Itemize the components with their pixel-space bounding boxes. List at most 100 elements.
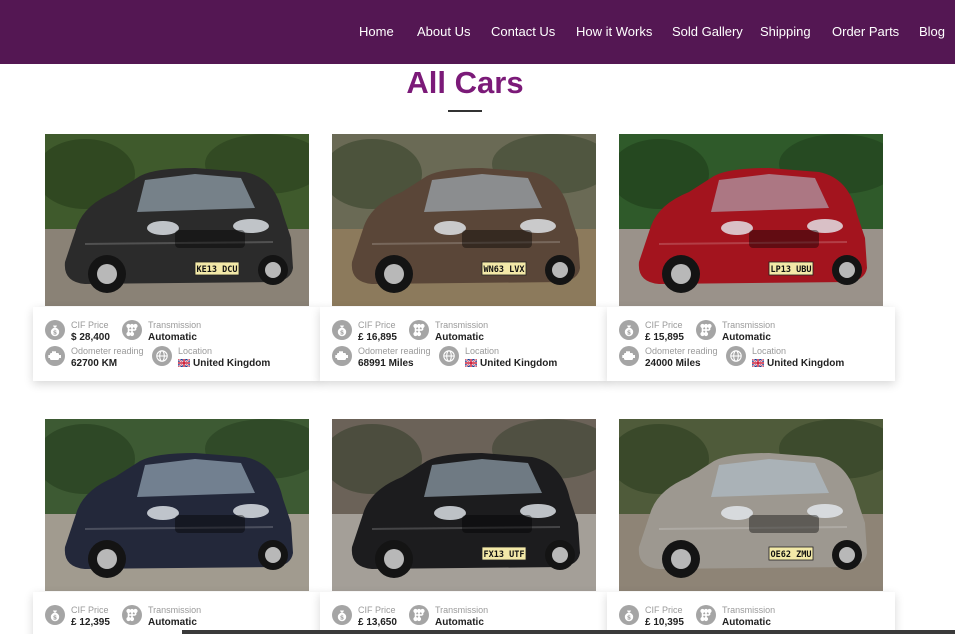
nav-blog[interactable]: Blog	[919, 24, 945, 40]
odometer-value: 62700 KM	[71, 358, 117, 370]
transmission-value: Automatic	[722, 617, 771, 629]
svg-text:$: $	[627, 329, 631, 336]
car-photo[interactable]: KE13 DCU	[45, 134, 309, 306]
nav-home[interactable]: Home	[359, 24, 394, 40]
odometer-value: 68991 Miles	[358, 358, 414, 370]
transmission-text: Automatic	[722, 332, 771, 343]
car-photo[interactable]: OE62 ZMU	[619, 419, 883, 591]
svg-text:$: $	[340, 614, 344, 621]
location-label: Location	[465, 346, 500, 356]
money-bag-icon: $	[332, 320, 352, 340]
transmission-label: Transmission	[435, 320, 489, 330]
car-photo[interactable]	[45, 419, 309, 591]
transmission-label: Transmission	[722, 320, 776, 330]
svg-text:LP13 UBU: LP13 UBU	[771, 265, 812, 275]
transmission-value: Automatic	[148, 617, 197, 629]
gearbox-icon	[409, 605, 429, 625]
car-info-card[interactable]: $ CIF Price £ 10,395 Transmission Automati…	[607, 592, 895, 634]
transmission-text: Automatic	[148, 617, 197, 628]
svg-text:$: $	[340, 329, 344, 336]
nav-contact-us[interactable]: Contact Us	[491, 24, 555, 40]
price-value: £ 15,895	[645, 332, 684, 344]
car-illustration: KE13 DCU	[45, 134, 309, 306]
money-bag-icon: $	[45, 320, 65, 340]
price-value: £ 10,395	[645, 617, 684, 629]
car-illustration	[45, 419, 309, 591]
price-text: £ 10,395	[645, 617, 684, 628]
price-label: CIF Price	[71, 605, 109, 615]
uk-flag-icon	[465, 359, 477, 367]
nav-about-us[interactable]: About Us	[417, 24, 470, 40]
svg-text:$: $	[627, 614, 631, 621]
transmission-value: Automatic	[435, 332, 484, 344]
transmission-text: Automatic	[435, 617, 484, 628]
price-label: CIF Price	[358, 320, 396, 330]
car-info-card[interactable]: $ CIF Price £ 12,395 Transmission Automati…	[33, 592, 321, 634]
engine-icon	[332, 346, 352, 366]
globe-icon	[726, 346, 746, 366]
car-photo[interactable]: FX13 UTF	[332, 419, 596, 591]
price-text: £ 12,395	[71, 617, 110, 628]
odometer-label: Odometer reading	[645, 346, 718, 356]
odometer-value: 24000 Miles	[645, 358, 701, 370]
car-photo[interactable]: WN63 LVX	[332, 134, 596, 306]
transmission-value: Automatic	[722, 332, 771, 344]
odometer-label: Odometer reading	[358, 346, 431, 356]
transmission-text: Automatic	[148, 332, 197, 343]
car-illustration: FX13 UTF	[332, 419, 596, 591]
svg-text:WN63 LVX: WN63 LVX	[484, 265, 525, 275]
money-bag-icon: $	[332, 605, 352, 625]
globe-icon	[152, 346, 172, 366]
page-title: All Cars	[406, 65, 524, 100]
transmission-label: Transmission	[722, 605, 776, 615]
price-value: £ 12,395	[71, 617, 110, 629]
nav-sold-gallery[interactable]: Sold Gallery	[672, 24, 743, 40]
car-info-card[interactable]: $ CIF Price £ 15,895 Transmission Automati…	[607, 307, 895, 381]
nav-how-it-works[interactable]: How it Works	[576, 24, 652, 40]
location-text: United Kingdom	[193, 358, 271, 369]
car-illustration: OE62 ZMU	[619, 419, 883, 591]
car-illustration: WN63 LVX	[332, 134, 596, 306]
svg-text:FX13 UTF: FX13 UTF	[484, 550, 525, 560]
transmission-label: Transmission	[435, 605, 489, 615]
price-label: CIF Price	[358, 605, 396, 615]
transmission-value: Automatic	[148, 332, 197, 344]
price-text: £ 16,895	[358, 332, 397, 343]
car-info-card[interactable]: $ CIF Price £ 13,650 Transmission Automati…	[320, 592, 608, 634]
top-navbar: Home About Us Contact Us How it Works So…	[0, 0, 955, 64]
location-text: United Kingdom	[767, 358, 845, 369]
transmission-text: Automatic	[435, 332, 484, 343]
car-info-card[interactable]: $ CIF Price $ 28,400 Transmission Automati…	[33, 307, 321, 381]
location-value: United Kingdom	[178, 358, 270, 370]
title-divider	[448, 110, 482, 112]
uk-flag-icon	[178, 359, 190, 367]
horizontal-scrollbar[interactable]	[182, 630, 955, 634]
money-bag-icon: $	[45, 605, 65, 625]
transmission-label: Transmission	[148, 605, 202, 615]
price-label: CIF Price	[71, 320, 109, 330]
transmission-value: Automatic	[435, 617, 484, 629]
location-text: United Kingdom	[480, 358, 558, 369]
price-value: £ 13,650	[358, 617, 397, 629]
price-label: CIF Price	[645, 320, 683, 330]
transmission-text: Automatic	[722, 617, 771, 628]
globe-icon	[439, 346, 459, 366]
price-text: £ 13,650	[358, 617, 397, 628]
nav-order-parts[interactable]: Order Parts	[832, 24, 899, 40]
price-label: CIF Price	[645, 605, 683, 615]
car-info-card[interactable]: $ CIF Price £ 16,895 Transmission Automati…	[320, 307, 608, 381]
car-photo[interactable]: LP13 UBU	[619, 134, 883, 306]
svg-text:KE13 DCU: KE13 DCU	[197, 265, 238, 275]
price-value: £ 16,895	[358, 332, 397, 344]
engine-icon	[619, 346, 639, 366]
location-label: Location	[178, 346, 213, 356]
transmission-label: Transmission	[148, 320, 202, 330]
nav-shipping[interactable]: Shipping	[760, 24, 811, 40]
money-bag-icon: $	[619, 320, 639, 340]
engine-icon	[45, 346, 65, 366]
odometer-text: 68991 Miles	[358, 358, 414, 369]
odometer-text: 62700 KM	[71, 358, 118, 369]
location-value: United Kingdom	[465, 358, 557, 370]
gearbox-icon	[122, 605, 142, 625]
svg-text:$: $	[53, 329, 57, 336]
